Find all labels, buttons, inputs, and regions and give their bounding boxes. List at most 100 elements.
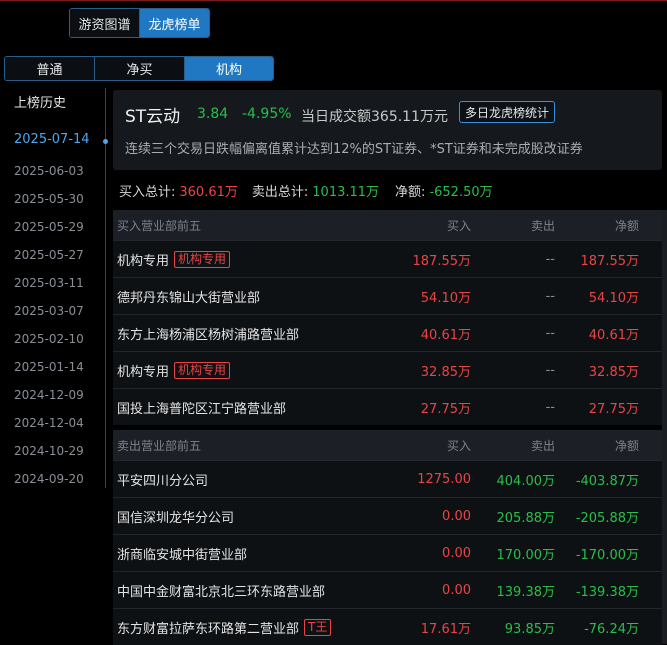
totals-bar: 买入总计: 360.61万 卖出总计: 1013.11万 净额: -652.50… xyxy=(119,181,493,200)
broker-name: 机构专用 xyxy=(117,253,170,269)
header-buy: 买入 xyxy=(446,438,471,453)
sell-amount: -- xyxy=(545,325,555,341)
net-amount: -139.38万 xyxy=(575,584,639,600)
buy-amount: 0.00 xyxy=(442,582,471,598)
history-date-item[interactable]: 2025-03-07 xyxy=(14,304,84,318)
sell-amount: 404.00万 xyxy=(496,473,556,489)
listing-reason: 连续三个交易日跌幅偏离值累计达到12%的ST证券、*ST证券和未完成股改证券 xyxy=(125,142,583,157)
history-date-item[interactable]: 2024-09-20 xyxy=(14,472,84,486)
stock-turnover: 当日成交额365.11万元 xyxy=(301,109,448,125)
header-sell: 卖出 xyxy=(530,438,555,453)
timeline-active-dot xyxy=(103,139,108,144)
timeline-line xyxy=(105,88,106,488)
broker-cell: 机构专用 机构专用 xyxy=(113,361,391,380)
history-date-item[interactable]: 2025-01-14 xyxy=(14,360,84,374)
sell-total-value: 1013.11万 xyxy=(312,185,380,200)
broker-name: 国投上海普陀区江宁路营业部 xyxy=(117,401,287,417)
sell-amount: 205.88万 xyxy=(496,510,556,526)
multi-day-stats-button[interactable]: 多日龙虎榜统计 xyxy=(459,101,556,123)
net-amount: -76.24万 xyxy=(584,621,639,637)
sidebar-title: 上榜历史 xyxy=(14,96,67,111)
top-accent-line xyxy=(0,0,667,1)
broker-tag-badge: T王 xyxy=(304,618,332,636)
broker-cell: 浙商临安城中街营业部 xyxy=(113,544,391,563)
broker-cell: 东方财富拉萨东环路第二营业部 T王 xyxy=(113,618,391,637)
buy-amount: 17.61万 xyxy=(420,621,471,637)
tab-institution[interactable]: 机构 xyxy=(184,57,273,80)
scrollbar[interactable] xyxy=(662,210,667,644)
history-date-item[interactable]: 2025-02-10 xyxy=(14,332,84,346)
broker-name: 东方财富拉萨东环路第二营业部 xyxy=(117,621,300,637)
history-date-item[interactable]: 2025-06-03 xyxy=(14,164,84,178)
table-row[interactable]: 东方财富拉萨东环路第二营业部 T王 17.61万 93.85万 -76.24万 xyxy=(113,608,662,645)
buy-amount: 0.00 xyxy=(442,508,471,524)
sell-amount: 139.38万 xyxy=(496,584,556,600)
listing-history-sidebar: 上榜历史 2025-07-14 2025-06-03 2025-05-30 2025-… xyxy=(0,88,108,644)
sell-amount: -- xyxy=(545,362,555,378)
net-amount: 32.85万 xyxy=(588,364,639,380)
buy-amount: 187.55万 xyxy=(412,253,472,269)
sell-amount: -- xyxy=(545,399,555,415)
header-broker: 卖出营业部前五 xyxy=(117,438,202,453)
buy-broker-table: 买入营业部前五 买入 卖出 净额 机构专用 机构专用 187.55万 -- 187.55… xyxy=(113,210,662,425)
broker-cell: 德邦丹东锦山大街营业部 xyxy=(113,287,391,306)
buy-total-value: 360.61万 xyxy=(179,185,238,200)
net-amount: -170.00万 xyxy=(575,547,639,563)
mode-tab-group: 普通 净买 机构 xyxy=(4,56,274,81)
header-buy: 买入 xyxy=(446,218,471,233)
broker-cell: 国投上海普陀区江宁路营业部 xyxy=(113,398,391,417)
net-total-label: 净额: xyxy=(395,185,426,200)
net-amount: 27.75万 xyxy=(588,401,639,417)
sell-amount: 93.85万 xyxy=(504,621,555,637)
history-date-item[interactable]: 2025-05-30 xyxy=(14,192,84,206)
history-date-item[interactable]: 2025-05-27 xyxy=(14,248,84,262)
broker-cell: 东方上海杨浦区杨树浦路营业部 xyxy=(113,324,391,343)
history-date-item[interactable]: 2024-10-29 xyxy=(14,444,84,458)
table-row[interactable]: 中国中金财富北京北三环东路营业部 0.00 139.38万 -139.38万 xyxy=(113,571,662,608)
table-header: 买入营业部前五 买入 卖出 净额 xyxy=(113,210,662,240)
header-broker: 买入营业部前五 xyxy=(117,218,202,233)
stock-info-card: ST云动 3.84 -4.95% 当日成交额365.11万元 多日龙虎榜统计 连… xyxy=(113,90,662,170)
history-date-item[interactable]: 2025-07-14 xyxy=(14,132,90,147)
header-net: 净额 xyxy=(614,438,639,453)
tab-dragon-tiger-list[interactable]: 龙虎榜单 xyxy=(139,9,209,37)
table-row[interactable]: 浙商临安城中街营业部 0.00 170.00万 -170.00万 xyxy=(113,534,662,571)
tab-normal[interactable]: 普通 xyxy=(5,57,94,80)
broker-name: 浙商临安城中街营业部 xyxy=(117,547,248,563)
history-date-item[interactable]: 2025-03-11 xyxy=(14,276,84,290)
buy-amount: 27.75万 xyxy=(420,401,471,417)
tab-net-buy[interactable]: 净买 xyxy=(94,57,184,80)
net-total-value: -652.50万 xyxy=(429,185,493,200)
history-date-item[interactable]: 2024-12-09 xyxy=(14,388,84,402)
table-row[interactable]: 东方上海杨浦区杨树浦路营业部 40.61万 -- 40.61万 xyxy=(113,314,662,351)
net-amount: 54.10万 xyxy=(588,290,639,306)
table-row[interactable]: 平安四川分公司 1275.00 404.00万 -403.87万 xyxy=(113,460,662,497)
buy-amount: 54.10万 xyxy=(420,290,471,306)
broker-name: 东方上海杨浦区杨树浦路营业部 xyxy=(117,327,300,343)
table-row[interactable]: 国信深圳龙华分公司 0.00 205.88万 -205.88万 xyxy=(113,497,662,534)
tab-hot-money-map[interactable]: 游资图谱 xyxy=(70,9,139,37)
table-header: 卖出营业部前五 买入 卖出 净额 xyxy=(113,430,662,460)
net-amount: -403.87万 xyxy=(575,473,639,489)
buy-amount: 40.61万 xyxy=(420,327,471,343)
table-row[interactable]: 机构专用 机构专用 187.55万 -- 187.55万 xyxy=(113,240,662,277)
stock-price: 3.84 xyxy=(197,106,229,122)
history-date-item[interactable]: 2024-12-04 xyxy=(14,416,84,430)
broker-cell: 平安四川分公司 xyxy=(113,470,391,489)
broker-name: 中国中金财富北京北三环东路营业部 xyxy=(117,584,326,600)
broker-name: 平安四川分公司 xyxy=(117,473,209,489)
net-amount: 40.61万 xyxy=(588,327,639,343)
broker-name: 国信深圳龙华分公司 xyxy=(117,510,235,526)
header-net: 净额 xyxy=(614,218,639,233)
table-row[interactable]: 国投上海普陀区江宁路营业部 27.75万 -- 27.75万 xyxy=(113,388,662,425)
sell-amount: 170.00万 xyxy=(496,547,556,563)
stock-name: ST云动 xyxy=(125,107,181,127)
table-row[interactable]: 机构专用 机构专用 32.85万 -- 32.85万 xyxy=(113,351,662,388)
top-tab-group: 游资图谱 龙虎榜单 xyxy=(69,8,210,38)
sell-amount: -- xyxy=(545,288,555,304)
buy-amount: 0.00 xyxy=(442,545,471,561)
table-row[interactable]: 德邦丹东锦山大街营业部 54.10万 -- 54.10万 xyxy=(113,277,662,314)
broker-cell: 国信深圳龙华分公司 xyxy=(113,507,391,526)
broker-cell: 机构专用 机构专用 xyxy=(113,250,391,269)
history-date-item[interactable]: 2025-05-29 xyxy=(14,220,84,234)
